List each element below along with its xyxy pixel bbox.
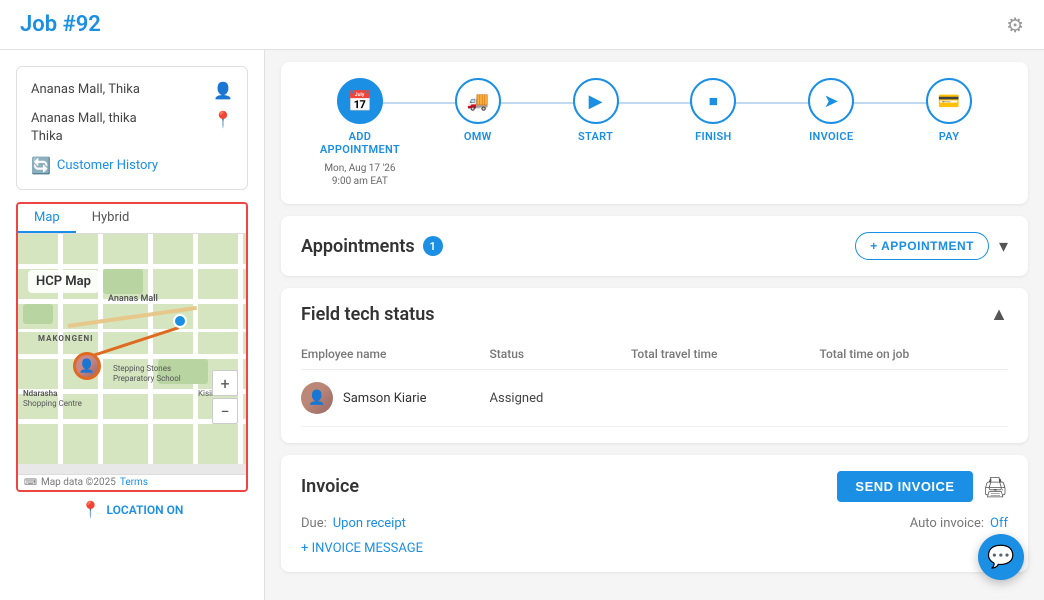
person-icon: 👤	[213, 81, 233, 100]
customer-history-link[interactable]: 🔄 Customer History	[31, 156, 233, 175]
print-icon[interactable]: 🖨	[983, 475, 1008, 499]
zoom-out-button[interactable]: −	[212, 398, 238, 424]
invoice-section: Invoice SEND INVOICE 🖨 Due: Upon receipt…	[281, 455, 1028, 572]
person-marker: 👤	[73, 352, 101, 380]
location-on-bar[interactable]: 📍 LOCATION ON	[16, 492, 248, 527]
history-icon: 🔄	[31, 156, 51, 175]
appointments-collapse-button[interactable]: ▾	[999, 236, 1008, 257]
appointments-badge: 1	[423, 236, 443, 256]
appointments-header: Appointments 1 + APPOINTMENT ▾	[301, 232, 1008, 260]
due-label: Due:	[301, 516, 327, 531]
customer-history-label: Customer History	[57, 158, 158, 173]
left-panel: Ananas Mall, Thika 👤 Ananas Mall, thikaT…	[0, 50, 265, 600]
avatar-image: 👤	[301, 382, 333, 414]
step-add-appointment-sub: Mon, Aug 17 '269:00 am EAT	[324, 162, 395, 188]
field-tech-table-headers: Employee name Status Total travel time T…	[301, 339, 1008, 370]
zoom-in-button[interactable]: +	[212, 370, 238, 396]
auto-invoice-value[interactable]: Off	[990, 516, 1008, 531]
appointments-title: Appointments 1	[301, 236, 443, 257]
map-data-text: Map data ©2025	[41, 477, 116, 488]
appointments-section: Appointments 1 + APPOINTMENT ▾	[281, 216, 1028, 276]
step-omw[interactable]: 🚚 OMW	[419, 78, 537, 143]
step-pay[interactable]: 💳 PAY	[890, 78, 1008, 143]
step-finish[interactable]: ⏹ FINISH	[654, 78, 772, 143]
send-invoice-button[interactable]: SEND INVOICE	[837, 471, 972, 502]
invoice-header: Invoice SEND INVOICE 🖨	[301, 471, 1008, 502]
workflow-bar: 📅 ADDAPPOINTMENT Mon, Aug 17 '269:00 am …	[281, 62, 1028, 204]
step-add-appointment-label: ADDAPPOINTMENT	[320, 130, 400, 156]
map-tabs: Map Hybrid	[18, 204, 246, 234]
tab-hybrid[interactable]: Hybrid	[76, 204, 146, 233]
field-tech-title-text: Field tech status	[301, 304, 435, 325]
map-background: 👤 Ananas Mall MAKONGENI Stepping Stones …	[18, 234, 246, 464]
col-header-status: Status	[490, 347, 631, 361]
step-omw-circle: 🚚	[455, 78, 501, 124]
step-add-appointment-circle: 📅	[337, 78, 383, 124]
due-value[interactable]: Upon receipt	[333, 516, 406, 531]
page-header: Job #92 ⚙	[0, 0, 1044, 50]
invoice-auto-row: Auto invoice: Off	[910, 516, 1008, 531]
step-start-label: START	[578, 130, 613, 143]
appointments-title-text: Appointments	[301, 236, 415, 257]
step-start-circle: ▶	[573, 78, 619, 124]
step-pay-circle: 💳	[926, 78, 972, 124]
map-container[interactable]: Map Hybrid	[16, 202, 248, 492]
settings-icon[interactable]: ⚙	[1006, 13, 1024, 37]
address-line-1: Ananas Mall, Thika	[31, 81, 140, 99]
location-pin-icon: 📍	[213, 110, 233, 129]
invoice-due-row: Due: Upon receipt	[301, 516, 406, 531]
field-tech-header: Field tech status ▲	[301, 304, 1008, 325]
destination-marker	[173, 314, 187, 328]
location-on-label: LOCATION ON	[107, 503, 184, 517]
step-invoice-circle: ➤	[808, 78, 854, 124]
terms-link[interactable]: Terms	[120, 477, 148, 488]
appointments-actions: + APPOINTMENT ▾	[855, 232, 1008, 260]
add-invoice-message-button[interactable]: + INVOICE MESSAGE	[301, 541, 1008, 556]
employee-name: Samson Kiarie	[343, 391, 427, 406]
job-label: Job	[20, 12, 63, 37]
step-finish-label: FINISH	[695, 130, 731, 143]
tab-map[interactable]: Map	[18, 204, 76, 233]
step-invoice-label: INVOICE	[809, 130, 853, 143]
field-tech-title: Field tech status	[301, 304, 435, 325]
step-finish-circle: ⏹	[690, 78, 736, 124]
field-tech-section: Field tech status ▲ Employee name Status…	[281, 288, 1028, 443]
map-footer: ⌨ Map data ©2025 Terms	[18, 474, 246, 490]
auto-invoice-label: Auto invoice:	[910, 516, 984, 531]
address-row-2: Ananas Mall, thikaThika 📍	[31, 110, 233, 146]
col-header-time-on-job: Total time on job	[819, 347, 1008, 361]
step-start[interactable]: ▶ START	[537, 78, 655, 143]
step-add-appointment[interactable]: 📅 ADDAPPOINTMENT Mon, Aug 17 '269:00 am …	[301, 78, 419, 188]
location-on-icon: 📍	[81, 500, 101, 519]
table-row: 👤 Samson Kiarie Assigned	[301, 370, 1008, 427]
map-controls: + −	[212, 370, 238, 424]
avatar: 👤	[301, 382, 333, 414]
job-number: #92	[63, 12, 101, 37]
map-label: HCP Map	[28, 270, 99, 293]
address-row-1: Ananas Mall, Thika 👤	[31, 81, 233, 100]
field-tech-collapse-button[interactable]: ▲	[990, 304, 1008, 325]
invoice-details-row: Due: Upon receipt Auto invoice: Off	[301, 516, 1008, 531]
step-invoice[interactable]: ➤ INVOICE	[772, 78, 890, 143]
employee-cell: 👤 Samson Kiarie	[301, 382, 490, 414]
step-omw-label: OMW	[464, 130, 492, 143]
address-card: Ananas Mall, Thika 👤 Ananas Mall, thikaT…	[16, 66, 248, 190]
col-header-employee: Employee name	[301, 347, 490, 361]
map-visual: 👤 Ananas Mall MAKONGENI Stepping Stones …	[18, 234, 246, 464]
step-pay-label: PAY	[939, 130, 960, 143]
chat-bubble-button[interactable]: 💬	[978, 534, 1024, 580]
col-header-travel: Total travel time	[631, 347, 820, 361]
right-panel: 📅 ADDAPPOINTMENT Mon, Aug 17 '269:00 am …	[265, 50, 1044, 600]
address-line-2: Ananas Mall, thikaThika	[31, 110, 137, 146]
invoice-title: Invoice	[301, 476, 359, 497]
page-title: Job #92	[20, 12, 101, 37]
add-appointment-button[interactable]: + APPOINTMENT	[855, 232, 989, 260]
employee-status: Assigned	[490, 391, 631, 406]
